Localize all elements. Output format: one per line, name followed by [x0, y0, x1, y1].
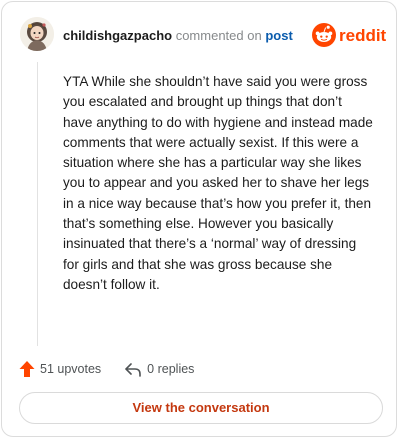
upvote-count: 51 upvotes	[40, 362, 102, 376]
reddit-logo[interactable]: reddit	[312, 22, 387, 48]
comment-header: childishgazpacho commented on post	[63, 28, 293, 44]
reply-arrow-icon	[125, 363, 141, 377]
comment-body: YTA While she shouldn’t have said you we…	[63, 74, 373, 292]
author-username[interactable]: childishgazpacho	[63, 28, 172, 43]
upvote-arrow-icon	[19, 361, 35, 377]
reply-count: 0 replies	[147, 362, 195, 376]
avatar[interactable]	[20, 17, 54, 51]
upvote-button[interactable]: 51 upvotes	[19, 360, 101, 378]
view-conversation-button[interactable]: View the conversation	[19, 392, 383, 424]
reddit-snoo-icon	[312, 23, 336, 47]
embedded-comment-card: childishgazpacho commented on post reddi…	[1, 1, 397, 437]
replies-button[interactable]: 0 replies	[124, 361, 194, 377]
post-link[interactable]: post	[265, 28, 292, 43]
action-text: commented on	[175, 28, 262, 43]
comment-stats: 51 upvotes 0 replies	[19, 359, 194, 379]
reddit-wordmark: reddit	[339, 26, 386, 45]
avatar-illustration-icon	[20, 17, 54, 51]
thread-line	[37, 62, 38, 346]
